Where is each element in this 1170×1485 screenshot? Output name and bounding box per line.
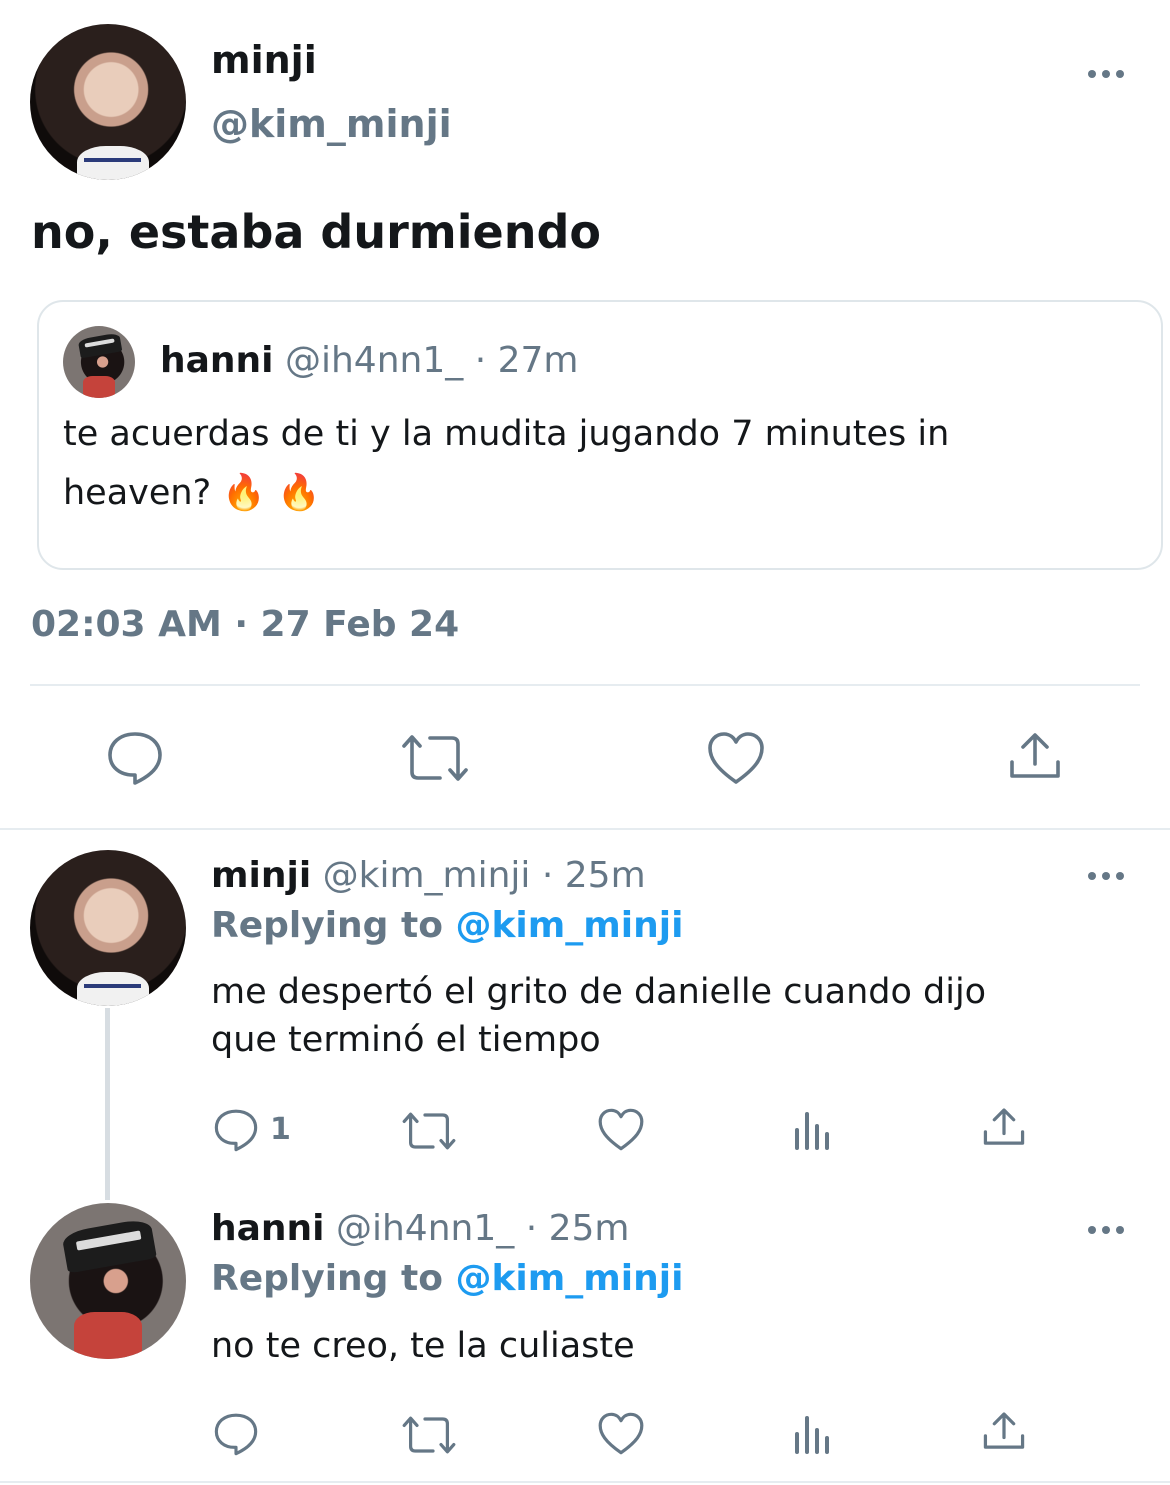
more-horizontal-icon[interactable] — [1086, 1222, 1126, 1238]
analytics-icon[interactable] — [793, 1414, 833, 1454]
quoted-display-name[interactable]: hanni — [160, 340, 274, 381]
like-icon[interactable] — [597, 1411, 645, 1456]
tweet-text: no, estaba durmiendo — [31, 205, 601, 259]
replying-to: Replying to @kim_minji — [211, 905, 683, 946]
reply-count: 1 — [270, 1112, 291, 1147]
reply-avatar[interactable] — [30, 850, 186, 1006]
replying-to-handle[interactable]: @kim_minji — [455, 1258, 683, 1299]
bottom-divider — [0, 1481, 1170, 1483]
divider — [30, 684, 1140, 686]
share-icon[interactable] — [982, 1106, 1026, 1148]
analytics-icon[interactable] — [793, 1110, 833, 1150]
avatar-detail — [83, 376, 115, 398]
share-icon[interactable] — [1008, 730, 1062, 782]
reply-avatar[interactable] — [30, 1203, 186, 1359]
retweet-icon[interactable] — [400, 732, 470, 784]
avatar-detail — [76, 971, 149, 1006]
avatar-detail — [73, 1312, 143, 1359]
quoted-handle[interactable]: @ih4nn1_ — [285, 340, 463, 381]
reply-text-line-1: me despertó el grito de danielle cuando … — [211, 972, 987, 1012]
like-icon[interactable] — [597, 1107, 645, 1152]
replying-to-label: Replying to — [211, 905, 443, 946]
reply-icon[interactable] — [106, 730, 164, 786]
quoted-text-line-2: heaven? 🔥 🔥 — [63, 473, 321, 513]
reply-time: · 25m — [541, 855, 646, 896]
reply-display-name[interactable]: hanni — [211, 1208, 325, 1249]
replying-to: Replying to @kim_minji — [211, 1258, 683, 1299]
replying-to-label: Replying to — [211, 1258, 443, 1299]
reply-text-line-1: no te creo, te la culiaste — [211, 1326, 635, 1366]
reply-handle[interactable]: @kim_minji — [323, 855, 531, 896]
reply-header: minji @kim_minji · 25m — [211, 855, 646, 896]
reply-text-line-2: que terminó el tiempo — [211, 1020, 601, 1060]
reply-icon[interactable] — [213, 1412, 259, 1456]
thread-line — [105, 1008, 110, 1200]
like-icon[interactable] — [706, 730, 766, 786]
quoted-avatar[interactable] — [63, 326, 135, 398]
more-horizontal-icon[interactable] — [1086, 868, 1126, 884]
reply-time: · 25m — [525, 1208, 630, 1249]
avatar-detail — [76, 145, 149, 180]
tweet-timestamp[interactable]: 02:03 AM · 27 Feb 24 — [31, 604, 459, 645]
retweet-icon[interactable] — [401, 1414, 457, 1456]
quoted-time: · 27m — [474, 340, 579, 381]
reply-header: hanni @ih4nn1_ · 25m — [211, 1208, 629, 1249]
replying-to-handle[interactable]: @kim_minji — [455, 905, 683, 946]
reply-icon[interactable] — [213, 1108, 259, 1152]
section-divider — [0, 828, 1170, 830]
more-horizontal-icon[interactable] — [1086, 66, 1126, 82]
author-handle[interactable]: @kim_minji — [211, 102, 452, 146]
reply-display-name[interactable]: minji — [211, 855, 311, 896]
quoted-header: hanni @ih4nn1_ · 27m — [160, 340, 578, 381]
avatar-detail — [77, 332, 122, 359]
author-display-name[interactable]: minji — [211, 38, 317, 82]
reply-handle[interactable]: @ih4nn1_ — [336, 1208, 514, 1249]
share-icon[interactable] — [982, 1410, 1026, 1452]
retweet-icon[interactable] — [401, 1110, 457, 1152]
avatar-detail — [61, 1217, 158, 1273]
quoted-text-line-1: te acuerdas de ti y la mudita jugando 7 … — [63, 414, 950, 454]
avatar[interactable] — [30, 24, 186, 180]
